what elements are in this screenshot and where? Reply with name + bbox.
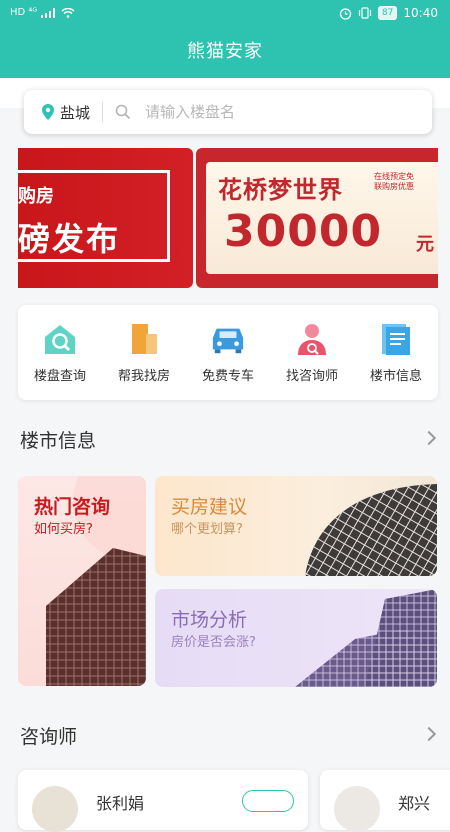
banner-note: 在线预定免 联购房优惠	[374, 172, 414, 192]
avatar	[334, 786, 380, 832]
building-icon	[126, 321, 162, 357]
banner-unit: 元	[416, 234, 434, 255]
search-bar: 盐城	[24, 90, 432, 134]
car-icon	[210, 321, 246, 357]
market-analysis-subtitle: 房价是否会涨?	[171, 635, 256, 650]
quick-nav-find-house[interactable]: 帮我找房	[104, 321, 184, 384]
hot-consult-title: 热门咨询	[34, 496, 111, 518]
signal-indicators: HD ⁴ᴳ	[10, 7, 75, 18]
consult-button[interactable]	[242, 790, 294, 812]
market-analysis-card[interactable]: 市场分析 房价是否会涨?	[155, 589, 437, 687]
search-input[interactable]	[145, 103, 386, 121]
market-analysis-title: 市场分析	[171, 609, 248, 631]
wifi-icon	[61, 7, 75, 18]
banner-slide-current[interactable]: 花桥梦世界 在线预定免 联购房优惠 30000 元	[196, 148, 438, 288]
city-selector[interactable]: 盐城	[24, 102, 104, 122]
buy-advice-subtitle: 哪个更划算?	[171, 522, 243, 537]
consultant-section-title: 咨询师	[20, 726, 78, 748]
banner-slide-previous[interactable]: 购房 磅发布	[18, 148, 193, 288]
chevron-right-icon[interactable]	[421, 726, 437, 742]
promo-banner-carousel[interactable]: 购房 磅发布 花桥梦世界 在线预定免 联购房优惠 30000 元	[18, 148, 438, 288]
hot-consult-card[interactable]: 热门咨询 如何买房?	[18, 476, 146, 686]
quick-nav-label: 找咨询师	[285, 369, 338, 384]
city-label: 盐城	[60, 103, 91, 122]
buy-advice-card[interactable]: 买房建议 哪个更划算?	[155, 476, 437, 576]
quick-nav-label: 楼盘查询	[33, 369, 86, 384]
banner-amount: 30000	[224, 206, 383, 257]
app-title: 熊猫安家	[0, 28, 450, 78]
consultant-name: 张利娟	[96, 794, 145, 813]
location-pin-icon	[42, 104, 54, 120]
alarm-icon	[339, 7, 352, 20]
status-bar: HD ⁴ᴳ 87 10:40	[0, 0, 450, 28]
quick-nav-house-search[interactable]: 楼盘查询	[20, 321, 100, 384]
consultant-card[interactable]: 张利娟	[18, 770, 308, 832]
network-indicator: HD ⁴ᴳ	[10, 7, 38, 18]
battery-indicator: 87	[377, 6, 398, 20]
quick-nav-label: 楼市信息	[369, 369, 422, 384]
status-right: 87 10:40	[339, 6, 438, 20]
search-icon	[115, 104, 131, 120]
signal-icon	[41, 7, 56, 18]
house-search-icon	[42, 321, 78, 357]
chevron-right-icon[interactable]	[421, 430, 437, 446]
buy-advice-title: 买房建议	[171, 496, 248, 518]
quick-nav-free-car[interactable]: 免费专车	[188, 321, 268, 384]
document-icon	[378, 321, 414, 357]
avatar	[32, 786, 78, 832]
banner-left-line1: 购房	[18, 186, 54, 207]
banner-left-line2: 磅发布	[18, 220, 121, 258]
quick-nav-market-info[interactable]: 楼市信息	[356, 321, 436, 384]
market-section-title: 楼市信息	[20, 430, 97, 452]
banner-note-line2: 联购房优惠	[374, 182, 414, 191]
banner-title: 花桥梦世界	[218, 176, 343, 204]
hot-consult-subtitle: 如何买房?	[34, 522, 93, 537]
consultant-name: 郑兴	[398, 794, 431, 813]
consultant-card[interactable]: 郑兴	[320, 770, 450, 832]
clock: 10:40	[403, 6, 438, 20]
quick-nav: 楼盘查询 帮我找房 免费专车 找咨询师 楼市信息	[18, 305, 438, 400]
quick-nav-label: 帮我找房	[117, 369, 170, 384]
vibrate-icon	[358, 7, 372, 19]
quick-nav-consultant[interactable]: 找咨询师	[272, 321, 352, 384]
consultant-icon	[294, 321, 330, 357]
quick-nav-label: 免费专车	[201, 369, 254, 384]
banner-note-line1: 在线预定免	[374, 172, 414, 181]
